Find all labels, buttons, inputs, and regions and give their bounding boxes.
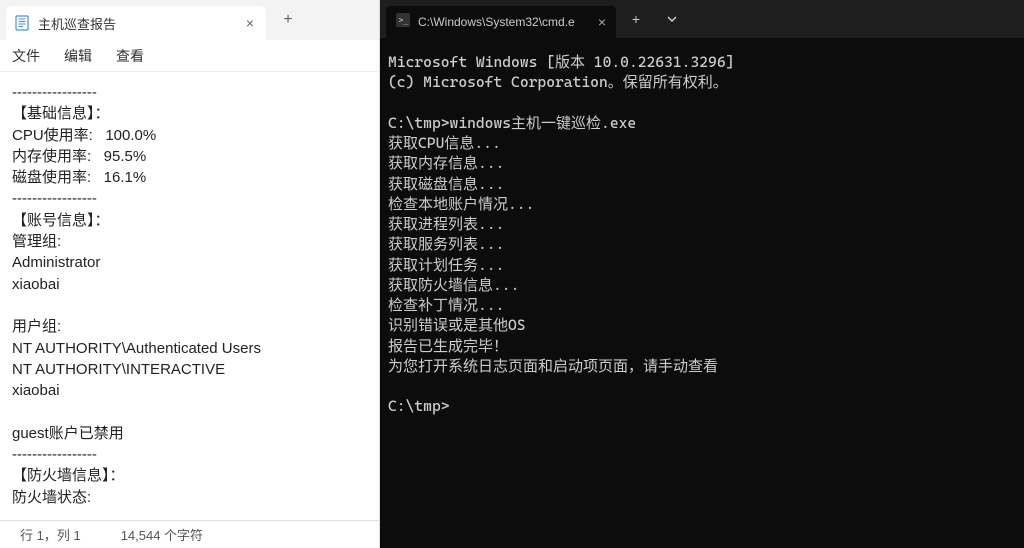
close-icon[interactable]: × (246, 15, 254, 31)
cmd-icon: >_ (396, 13, 410, 32)
close-icon[interactable]: × (598, 14, 606, 30)
terminal-window: >_ C:\Windows\System32\cmd.e × + Microso… (380, 0, 1024, 548)
terminal-tab[interactable]: >_ C:\Windows\System32\cmd.e × (386, 6, 616, 38)
menu-file[interactable]: 文件 (12, 46, 40, 66)
notepad-tab[interactable]: 主机巡查报告 × (6, 6, 266, 40)
notepad-tab-bar: 主机巡查报告 × + (0, 0, 379, 40)
terminal-output[interactable]: Microsoft Windows [版本 10.0.22631.3296] (… (380, 38, 1024, 548)
status-position: 行 1，列 1 (20, 525, 81, 544)
menu-edit[interactable]: 编辑 (64, 46, 92, 66)
svg-text:>_: >_ (399, 15, 409, 24)
terminal-tab-title: C:\Windows\System32\cmd.e (418, 15, 590, 29)
notepad-icon (14, 15, 30, 31)
new-tab-button[interactable]: + (274, 6, 302, 34)
notepad-window: 主机巡查报告 × + 文件 编辑 查看 ----------------- 【基… (0, 0, 380, 548)
terminal-tab-bar: >_ C:\Windows\System32\cmd.e × + (380, 0, 1024, 38)
notepad-tab-title: 主机巡查报告 (38, 14, 238, 33)
notepad-text-area[interactable]: ----------------- 【基础信息】： CPU使用率: 100.0%… (0, 72, 379, 520)
menu-view[interactable]: 查看 (116, 46, 144, 66)
new-tab-button[interactable]: + (620, 3, 652, 35)
chevron-down-icon[interactable] (656, 3, 688, 35)
notepad-status-bar: 行 1，列 1 14,544 个字符 (0, 520, 379, 548)
notepad-menu: 文件 编辑 查看 (0, 40, 379, 72)
status-char-count: 14,544 个字符 (121, 525, 203, 544)
